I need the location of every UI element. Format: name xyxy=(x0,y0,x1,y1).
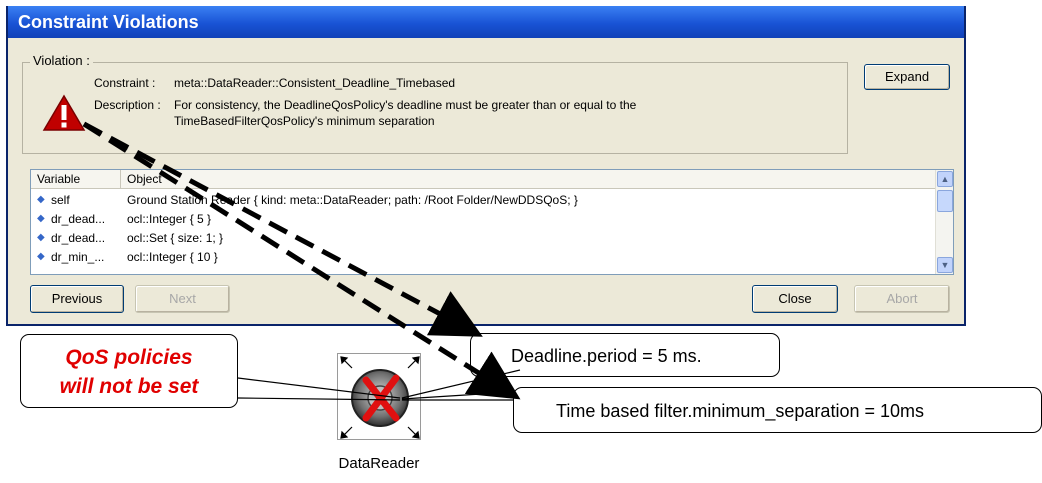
qos-callout-line-1: QoS policies xyxy=(65,346,193,369)
scroll-up-icon[interactable]: ▲ xyxy=(937,171,953,187)
variable-cell: dr_dead... xyxy=(51,212,106,226)
constraint-value: meta::DataReader::Consistent_Deadline_Ti… xyxy=(174,76,456,90)
object-cell: ocl::Set { size: 1; } xyxy=(127,231,224,245)
next-button[interactable]: Next xyxy=(135,285,230,313)
variable-cell: dr_min_... xyxy=(51,250,105,264)
bullet-icon: ◆ xyxy=(37,213,45,224)
table-row[interactable]: ◆ self Ground Station Reader { kind: met… xyxy=(31,191,931,209)
dialog-title: Constraint Violations xyxy=(8,6,964,38)
constraint-violations-dialog: Constraint Violations Violation : Constr… xyxy=(6,6,966,326)
qos-callout-line-2: will not be set xyxy=(59,375,199,398)
bullet-icon: ◆ xyxy=(37,232,45,243)
variable-cell: self xyxy=(51,193,70,207)
table-row[interactable]: ◆ dr_dead... ocl::Set { size: 1; } xyxy=(31,229,931,247)
object-cell: ocl::Integer { 10 } xyxy=(127,250,218,264)
variable-cell: dr_dead... xyxy=(51,231,106,245)
column-header-object[interactable]: Object xyxy=(121,170,935,189)
qos-callout: QoS policies will not be set xyxy=(20,334,238,408)
previous-button[interactable]: Previous xyxy=(30,285,124,313)
warning-icon xyxy=(42,94,86,137)
object-cell: ocl::Integer { 5 } xyxy=(127,212,212,226)
table-row[interactable]: ◆ dr_dead... ocl::Integer { 5 } xyxy=(31,210,931,228)
close-button[interactable]: Close xyxy=(752,285,838,313)
datareader-label: DataReader xyxy=(338,455,420,472)
scroll-thumb[interactable] xyxy=(937,190,953,212)
variable-object-list[interactable]: Variable Object ◆ self Ground Station Re… xyxy=(30,169,954,275)
description-line-2: TimeBasedFilterQosPolicy's minimum separ… xyxy=(174,114,435,128)
scroll-down-icon[interactable]: ▼ xyxy=(937,257,953,273)
description-line-1: For consistency, the DeadlineQosPolicy's… xyxy=(174,98,637,112)
expand-button[interactable]: Expand xyxy=(864,64,950,90)
description-label: Description : xyxy=(94,98,161,112)
bullet-icon: ◆ xyxy=(37,251,45,262)
abort-button[interactable]: Abort xyxy=(854,285,950,313)
datareader-icon[interactable] xyxy=(337,353,421,440)
time-based-filter-callout: Time based filter.minimum_separation = 1… xyxy=(513,387,1042,433)
object-cell: Ground Station Reader { kind: meta::Data… xyxy=(127,193,578,207)
column-header-variable[interactable]: Variable xyxy=(31,170,121,189)
table-row[interactable]: ◆ dr_min_... ocl::Integer { 10 } xyxy=(31,248,931,266)
vertical-scrollbar[interactable]: ▲ ▼ xyxy=(935,170,953,274)
bullet-icon: ◆ xyxy=(37,194,45,205)
violation-legend: Violation : xyxy=(30,53,93,68)
constraint-label: Constraint : xyxy=(94,76,156,90)
deadline-callout: Deadline.period = 5 ms. xyxy=(470,333,780,377)
